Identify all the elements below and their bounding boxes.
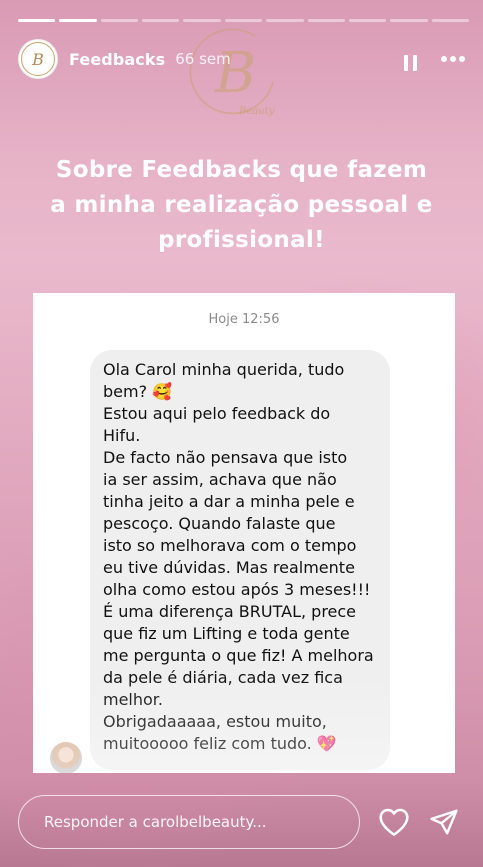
reply-field[interactable] bbox=[18, 795, 360, 849]
headline-line-1: Sobre Feedbacks que fazem bbox=[55, 157, 428, 183]
more-icon[interactable] bbox=[439, 50, 467, 68]
pause-icon[interactable] bbox=[400, 51, 421, 71]
message-line: Estou aqui pelo feedback do bbox=[103, 404, 331, 423]
profile-avatar[interactable]: B bbox=[18, 39, 58, 79]
message-line: me pergunta o que fiz! A melhora bbox=[103, 646, 374, 665]
heart-icon[interactable] bbox=[376, 802, 412, 842]
message-line: Obrigadaaaaa, estou muito, bbox=[103, 712, 327, 731]
message-screenshot: Hoje 12:56 Ola Carol minha querida, tudo… bbox=[33, 293, 455, 773]
message-line: isto so melhorava com o tempo bbox=[103, 536, 357, 555]
progress-segment bbox=[348, 19, 387, 22]
username[interactable]: Feedbacks bbox=[69, 50, 165, 69]
progress-segment bbox=[307, 19, 345, 22]
message-line: É uma diferença BRUTAL, prece bbox=[103, 602, 357, 621]
message-line: bem? 🥰 bbox=[103, 382, 173, 401]
progress-segment bbox=[390, 19, 428, 22]
story-viewer[interactable]: B Beauty B Feedbacks 66 sem Sobre Feedba… bbox=[0, 0, 483, 867]
send-icon[interactable] bbox=[426, 802, 462, 842]
progress-segment bbox=[18, 19, 56, 22]
progress-segment bbox=[142, 19, 180, 22]
progress-segment bbox=[59, 19, 97, 22]
sender-avatar bbox=[50, 742, 82, 773]
message-line: da pele é diária, cada vez fica bbox=[103, 668, 343, 687]
headline-line-2: a minha realização pessoal e bbox=[50, 192, 433, 218]
message-timestamp: Hoje 12:56 bbox=[208, 312, 280, 327]
message-line: olha como estou após 3 meses!!! bbox=[103, 580, 371, 599]
reply-input[interactable] bbox=[44, 813, 344, 831]
message-line: ia ser assim, achava que não bbox=[103, 470, 337, 489]
message-line: tinha jeito a dar a minha pele e bbox=[103, 492, 355, 511]
message-line: que fiz um Lifting e toda gente bbox=[103, 624, 350, 643]
headline-line-3: profissional! bbox=[158, 227, 325, 253]
message-line: pescoço. Quando falaste que bbox=[103, 514, 336, 533]
message-line: eu tive dúvidas. Mas realmente bbox=[103, 558, 355, 577]
progress-segment bbox=[431, 19, 469, 22]
message-bubble: Ola Carol minha querida, tudo bem? 🥰 Estou… bbox=[90, 350, 390, 770]
message-line: melhor. bbox=[103, 690, 163, 709]
message-line: Hifu. bbox=[103, 426, 141, 445]
message-line: Ola Carol minha querida, tudo bbox=[103, 360, 345, 379]
message-line: muitooooo feliz com tudo. 💖 bbox=[103, 734, 337, 753]
svg-text:Beauty: Beauty bbox=[238, 106, 275, 117]
progress-segment bbox=[100, 19, 139, 22]
post-time: 66 sem bbox=[175, 50, 231, 68]
profile-avatar-logo: B bbox=[21, 42, 55, 76]
message-line: De facto não pensava que isto bbox=[103, 448, 348, 467]
story-headline: Sobre Feedbacks que fazem a minha realiz… bbox=[20, 153, 463, 258]
story-header: B Feedbacks 66 sem bbox=[18, 38, 467, 80]
